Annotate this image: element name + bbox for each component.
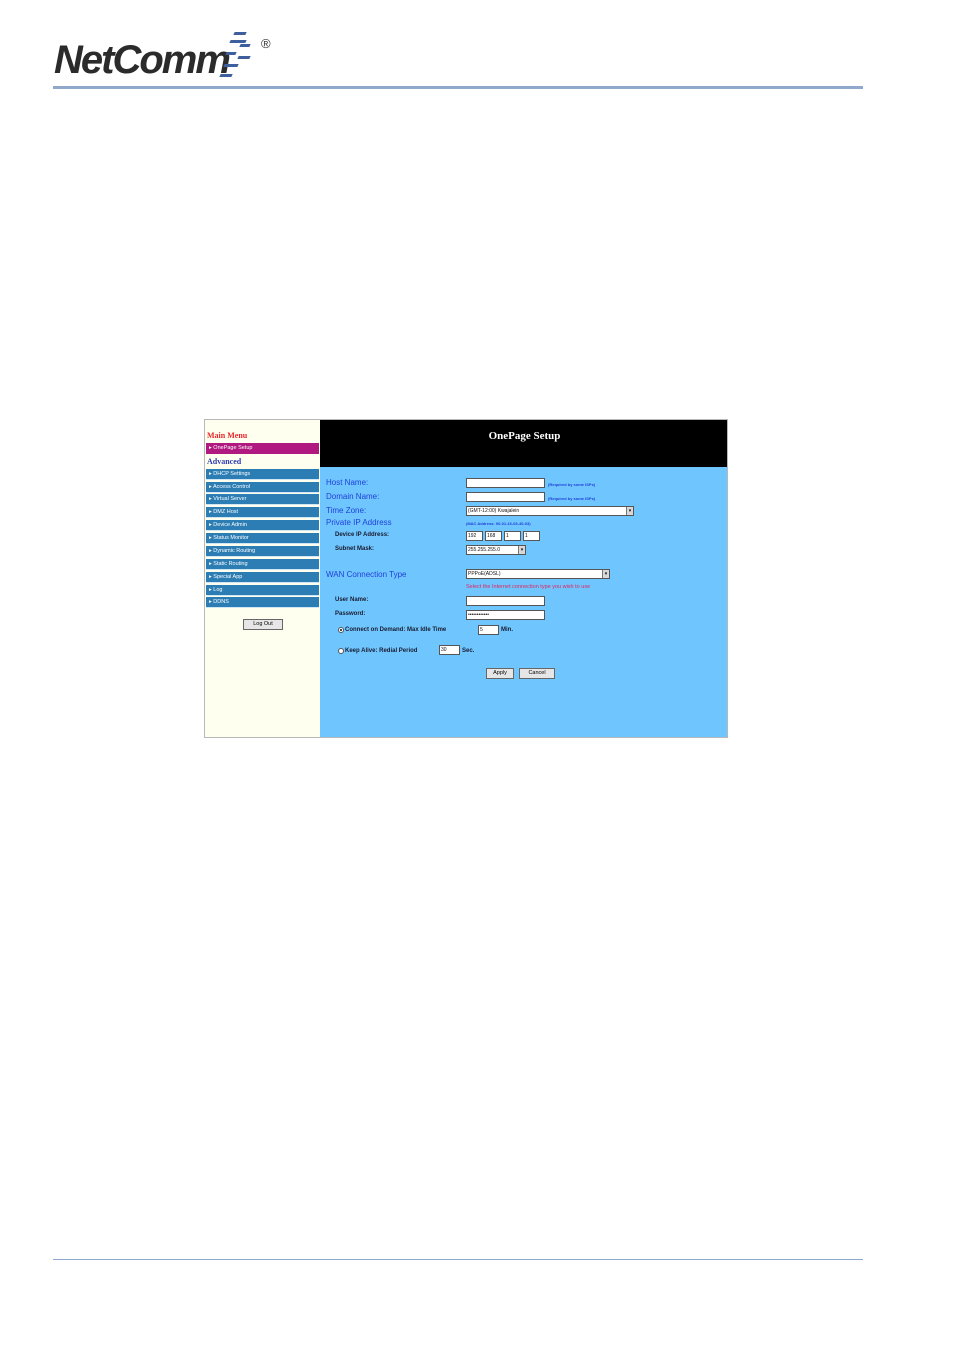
sidebar-item-label: DHCP Settings [213, 471, 251, 477]
wan-hint: Select the Internet connection type you … [466, 584, 591, 590]
footer-rule [53, 1259, 863, 1260]
page-header: OnePage Setup [320, 420, 727, 467]
sidebar-item-special-app[interactable]: ▸ Special App [206, 572, 319, 583]
idle-unit-label: Min. [501, 627, 513, 633]
logo-dash-4 [225, 52, 237, 55]
device-ip-label: Device IP Address: [335, 532, 390, 538]
sidebar-item-dmz-host[interactable]: ▸ DMZ Host [206, 507, 319, 518]
logo-dash-5 [237, 56, 251, 59]
page-title: OnePage Setup [488, 430, 561, 442]
sidebar-item-label: Device Admin [213, 522, 247, 528]
log-out-button[interactable]: Log Out [243, 619, 283, 630]
host-name-label: Host Name: [326, 478, 369, 487]
header-rule [53, 86, 863, 89]
connect-on-demand-label: Connect on Demand: Max Idle Time [345, 627, 447, 633]
logo-dash-7 [219, 74, 233, 77]
time-zone-select[interactable]: (GMT-12:00) Kwajalein ▾ [466, 506, 634, 516]
domain-name-note: (Required by some ISPs) [548, 496, 596, 501]
sidebar-item-label: DDNS [213, 599, 229, 605]
host-name-input[interactable] [466, 478, 545, 488]
user-name-label: User Name: [335, 597, 369, 603]
redial-period-input[interactable]: 30 [439, 645, 460, 655]
ip-octet-1-input[interactable]: 192 [466, 531, 483, 541]
sidebar-item-device-admin[interactable]: ▸ Device Admin [206, 520, 319, 531]
cancel-button[interactable]: Cancel [519, 668, 555, 679]
sidebar-item-dynamic-routing[interactable]: ▸ Dynamic Routing [206, 546, 319, 557]
sidebar-item-dhcp-settings[interactable]: ▸ DHCP Settings [206, 469, 319, 480]
chevron-down-icon: ▾ [602, 570, 609, 578]
sidebar-item-label: Log [213, 587, 223, 593]
password-label: Password: [335, 611, 366, 617]
domain-name-input[interactable] [466, 492, 545, 502]
mac-address-note: (MAC Address: 00-01-16-03-40-03) [466, 521, 531, 526]
keep-alive-radio[interactable] [338, 648, 344, 654]
registered-mark: ® [261, 36, 271, 51]
host-name-note: (Required by some ISPs) [548, 482, 596, 487]
ip-octet-3-input[interactable]: 1 [504, 531, 521, 541]
private-ip-label: Private IP Address [326, 518, 392, 527]
sidebar-item-label: DMZ Host [213, 509, 239, 515]
user-name-input[interactable] [466, 596, 545, 606]
sidebar-item-label: Special App [213, 574, 243, 580]
ip-octet-4-input[interactable]: 1 [523, 531, 540, 541]
connect-on-demand-radio[interactable] [338, 627, 344, 633]
sidebar-item-ddns[interactable]: ▸ DDNS [206, 597, 319, 608]
redial-unit-label: Sec. [462, 648, 475, 654]
sidebar-item-label: Dynamic Routing [213, 548, 256, 554]
sidebar-item-label: Virtual Server [213, 496, 247, 502]
netcomm-logo: NetComm ® [54, 30, 284, 86]
logo-dash-1 [233, 32, 247, 35]
sidebar-item-status-monitor[interactable]: ▸ Status Monitor [206, 533, 319, 544]
sidebar: Main Menu ▸ OnePage Setup Advanced ▸ DHC… [205, 420, 320, 737]
time-zone-value: (GMT-12:00) Kwajalein [468, 508, 520, 514]
sidebar-item-label: Status Monitor [213, 535, 249, 541]
sidebar-item-label: OnePage Setup [213, 445, 253, 451]
sidebar-item-label: Access Control [213, 484, 250, 490]
sidebar-item-virtual-server[interactable]: ▸ Virtual Server [206, 494, 319, 505]
advanced-title: Advanced [207, 457, 242, 466]
sidebar-item-log[interactable]: ▸ Log [206, 585, 319, 596]
sidebar-item-static-routing[interactable]: ▸ Static Routing [206, 559, 319, 570]
wan-connection-type-label: WAN Connection Type [326, 570, 407, 579]
apply-button[interactable]: Apply [486, 668, 514, 679]
sidebar-item-access-control[interactable]: ▸ Access Control [206, 482, 319, 493]
wan-connection-type-value: PPPoE(ADSL) [468, 571, 501, 577]
main-menu-title: Main Menu [207, 431, 248, 440]
subnet-mask-label: Subnet Mask: [335, 546, 375, 552]
max-idle-time-input[interactable]: 5 [478, 625, 499, 635]
logo-text: NetComm [54, 38, 231, 82]
domain-name-label: Domain Name: [326, 492, 380, 501]
subnet-mask-value: 255.255.255.0 [468, 547, 500, 553]
sidebar-item-label: Static Routing [213, 561, 248, 567]
subnet-mask-select[interactable]: 255.255.255.0 ▾ [466, 545, 526, 555]
wan-connection-type-select[interactable]: PPPoE(ADSL) ▾ [466, 569, 610, 579]
chevron-down-icon: ▾ [518, 546, 525, 554]
sidebar-item-onepage-setup[interactable]: ▸ OnePage Setup [206, 443, 319, 454]
logo-dash-6 [223, 64, 239, 67]
time-zone-label: Time Zone: [326, 506, 367, 515]
logo-dash-2 [229, 40, 247, 43]
password-input[interactable]: •••••••••••• [466, 610, 545, 620]
keep-alive-label: Keep Alive: Redial Period [345, 648, 418, 654]
chevron-down-icon: ▾ [626, 507, 633, 515]
logo-dash-3 [239, 44, 251, 47]
router-ui-screenshot: Main Menu ▸ OnePage Setup Advanced ▸ DHC… [204, 419, 728, 738]
ip-octet-2-input[interactable]: 168 [485, 531, 502, 541]
